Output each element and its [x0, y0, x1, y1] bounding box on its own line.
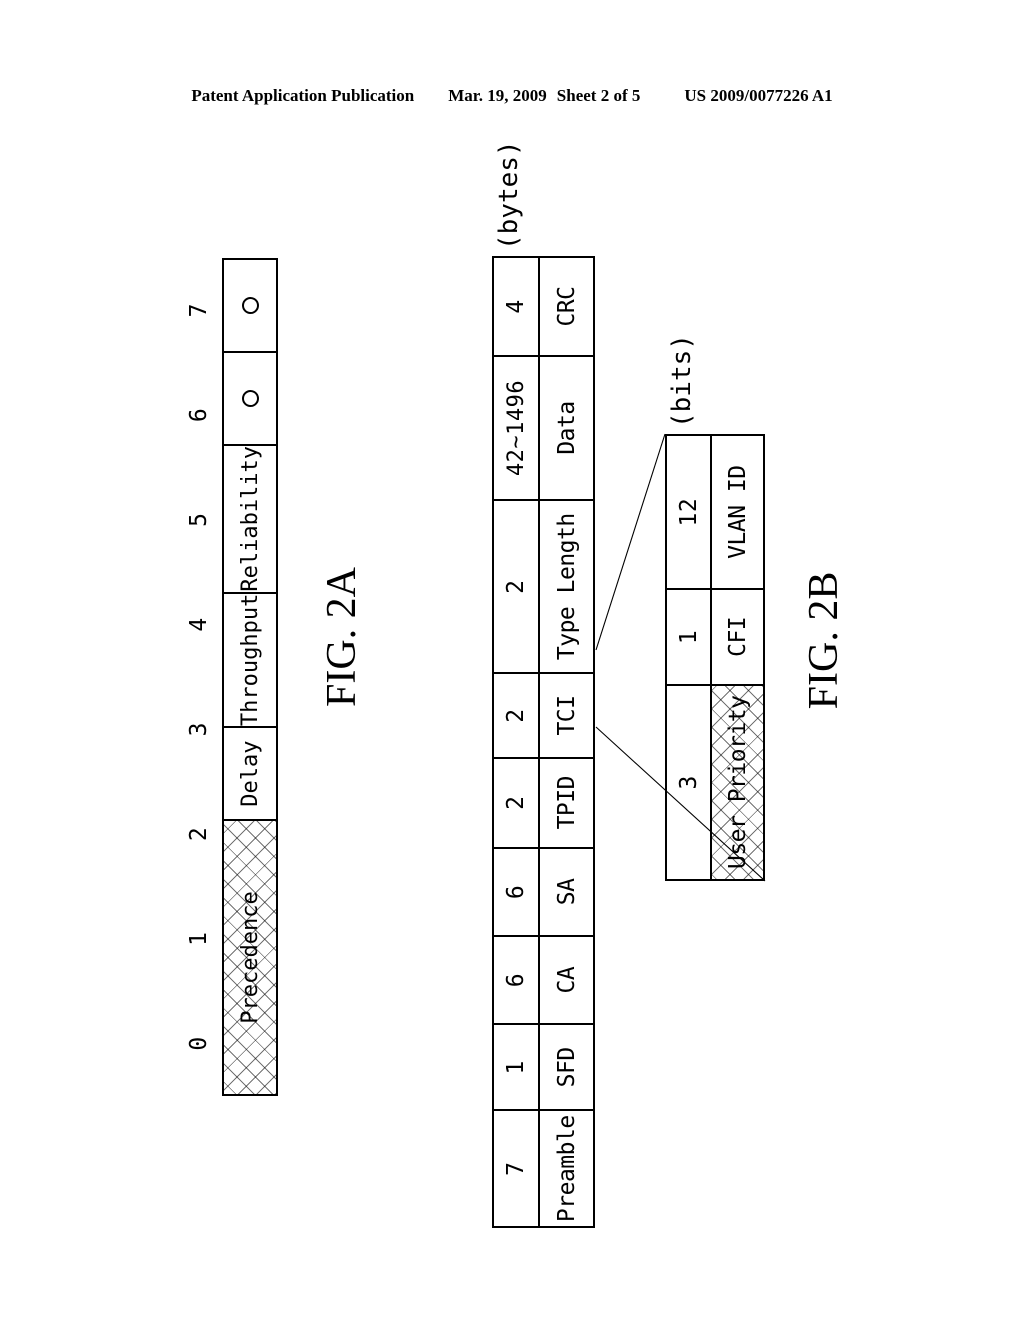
fig2b-expansion-unit-label: (bits) — [667, 334, 697, 428]
tci-field-cfi-size: 1 — [667, 590, 712, 684]
tci-field-user-priority[interactable]: 3 User Priority — [667, 683, 763, 879]
field-reliability[interactable]: Reliability — [224, 443, 276, 592]
field-reliability-label: Reliability — [237, 445, 263, 592]
frame-field-sa[interactable]: 6 SA — [494, 846, 593, 935]
frame-field-crc-size: 4 — [494, 258, 540, 355]
tci-field-vlan-id-label: VLAN ID — [724, 465, 751, 559]
fig2b-unit-label: (bytes) — [494, 140, 524, 250]
bit-number-5: 5 — [186, 512, 212, 527]
tci-field-vlan-id-size: 12 — [667, 436, 712, 589]
field-precedence[interactable]: Precedence — [224, 819, 276, 1094]
field-reserved-bit-7[interactable] — [224, 260, 276, 351]
frame-field-preamble[interactable]: 7 Preamble — [494, 1109, 593, 1226]
frame-field-data-label: Data — [553, 401, 580, 455]
tci-field-cfi[interactable]: 1 CFI — [667, 588, 763, 684]
header-publication: Patent Application Publication — [191, 86, 415, 105]
frame-field-sfd[interactable]: 1 SFD — [494, 1023, 593, 1110]
field-delay[interactable]: Delay — [224, 726, 276, 820]
tci-field-user-priority-label: User Priority — [712, 685, 763, 879]
frame-field-tpid-label: TPID — [553, 776, 580, 830]
tci-field-user-priority-size: 3 — [667, 685, 712, 879]
frame-field-sa-label: SA — [553, 878, 580, 906]
bit-number-7: 7 — [186, 303, 212, 318]
page-header: Patent Application Publication Mar. 19, … — [0, 86, 1024, 106]
frame-field-preamble-size: 7 — [494, 1111, 540, 1226]
bit-number-2: 2 — [186, 827, 212, 842]
frame-field-tci[interactable]: 2 TCI — [494, 672, 593, 757]
frame-field-type-length-size: 2 — [494, 500, 540, 673]
frame-field-ca[interactable]: 6 CA — [494, 934, 593, 1024]
bit-number-4: 4 — [186, 617, 212, 632]
header-date: Mar. 19, 2009 — [448, 86, 547, 105]
frame-field-type-length[interactable]: 2 Type Length — [494, 498, 593, 673]
frame-field-crc[interactable]: 4 CRC — [494, 258, 593, 355]
frame-field-tci-label: TCI — [553, 695, 580, 736]
circle-icon — [241, 297, 259, 314]
frame-field-type-length-label: Type Length — [553, 513, 580, 661]
fig2a-caption: FIG. 2A — [319, 567, 365, 708]
frame-field-sa-size: 6 — [494, 848, 540, 935]
fig2b-frame-diagram: 7 Preamble 1 SFD 6 CA 6 SA 2 TPID 2 TCI … — [492, 256, 595, 1228]
frame-field-sfd-label: SFD — [553, 1047, 580, 1088]
frame-field-preamble-label: Preamble — [553, 1115, 580, 1223]
fig2b-tci-expansion-diagram: 3 User Priority 1 CFI 12 VLAN ID — [665, 434, 765, 881]
frame-field-ca-label: CA — [553, 966, 580, 994]
tci-expansion-table: 3 User Priority 1 CFI 12 VLAN ID — [665, 434, 765, 881]
fig2a-tos-byte-table: Precedence Delay Throughput Reliability — [222, 258, 278, 1096]
frame-field-crc-label: CRC — [553, 286, 580, 327]
frame-field-ca-size: 6 — [494, 936, 540, 1024]
bit-number-1: 1 — [186, 931, 212, 946]
header-patent-number: US 2009/0077226 A1 — [684, 86, 833, 105]
field-precedence-label: Precedence — [237, 891, 263, 1024]
frame-field-data-size: 42~1496 — [494, 356, 540, 499]
tci-field-cfi-label: CFI — [724, 616, 751, 657]
bit-number-0: 0 — [186, 1036, 212, 1051]
header-sheet: Sheet 2 of 5 — [556, 86, 641, 105]
frame-field-tpid[interactable]: 2 TPID — [494, 756, 593, 847]
fig2a-packet-diagram: Precedence Delay Throughput Reliability — [222, 258, 278, 1096]
field-reserved-bit-6[interactable] — [224, 350, 276, 444]
fig2b-ethernet-frame-table: 7 Preamble 1 SFD 6 CA 6 SA 2 TPID 2 TCI … — [492, 256, 595, 1228]
tci-field-vlan-id[interactable]: 12 VLAN ID — [667, 436, 763, 589]
bit-number-6: 6 — [186, 408, 212, 423]
field-throughput[interactable]: Throughput — [224, 591, 276, 727]
frame-field-sfd-size: 1 — [494, 1025, 540, 1110]
frame-field-tpid-size: 2 — [494, 758, 540, 847]
circle-icon — [241, 389, 259, 407]
frame-field-tci-size: 2 — [494, 674, 540, 757]
bit-number-3: 3 — [186, 722, 212, 737]
field-delay-label: Delay — [237, 740, 263, 807]
fig2b-caption: FIG. 2B — [801, 571, 847, 710]
frame-field-data[interactable]: 42~1496 Data — [494, 354, 593, 499]
field-throughput-label: Throughput — [237, 593, 263, 727]
